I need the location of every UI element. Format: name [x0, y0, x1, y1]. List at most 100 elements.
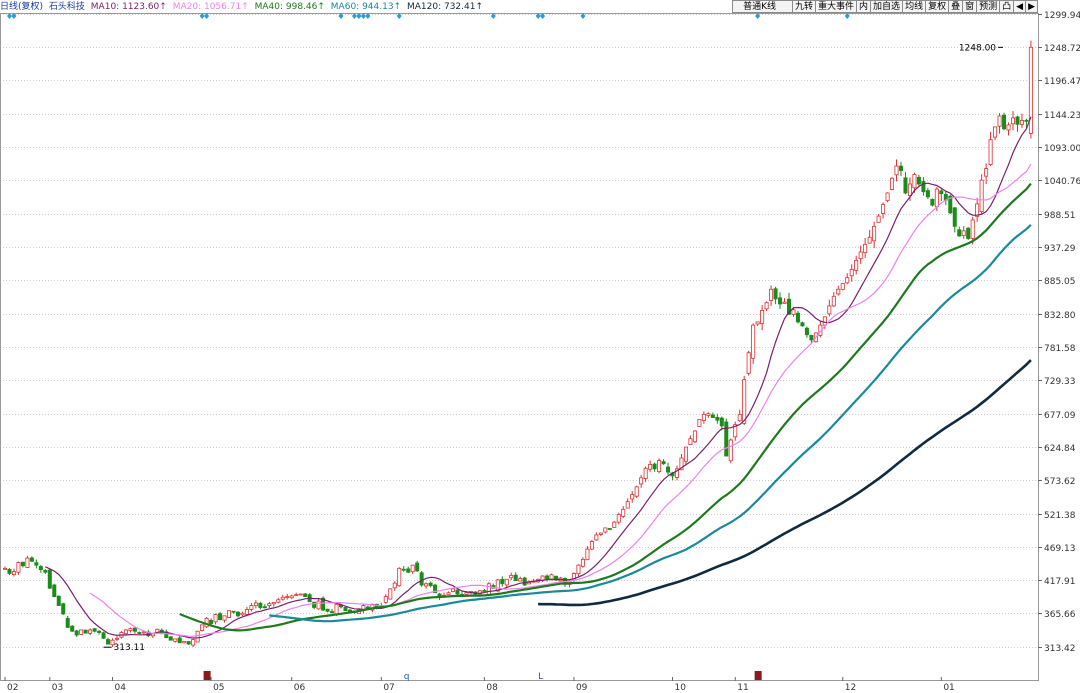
candle-body	[894, 165, 899, 176]
candle-body	[419, 572, 424, 586]
candle-body	[706, 413, 711, 416]
ma60-line	[269, 224, 1032, 623]
y-tick-label: 832.80	[1044, 311, 1076, 321]
shape-button[interactable]: 凸	[999, 0, 1015, 13]
candle-body	[916, 176, 921, 185]
candle-body	[648, 463, 653, 470]
y-tick-label: 313.42	[1044, 644, 1076, 654]
candle-body	[213, 614, 218, 623]
next-button[interactable]: ▶	[1025, 0, 1038, 13]
forecast-button[interactable]: 预测	[976, 0, 1001, 13]
candlestick-chart[interactable]: 1299.94 1248.72 1196.47 1144.23 1093.00 1040.…	[0, 0, 1080, 693]
kline-type-select[interactable]: 普通K线	[732, 0, 793, 13]
candle-body	[612, 521, 617, 528]
candle-body	[267, 603, 272, 606]
candle-body	[939, 190, 944, 195]
candle-body	[97, 630, 102, 633]
candle-body	[20, 561, 25, 567]
window-button[interactable]: 窗	[962, 0, 978, 13]
candle-body	[966, 227, 971, 239]
candle-body	[863, 243, 868, 254]
candle-body	[182, 641, 187, 644]
candle-body	[589, 540, 594, 550]
candle-body	[141, 631, 146, 634]
low-label: 313.11	[114, 643, 146, 653]
y-tick-label: 573.62	[1044, 477, 1076, 487]
candle-body	[688, 438, 693, 446]
candle-body	[137, 632, 142, 634]
candle-body	[760, 310, 765, 325]
candle-body	[173, 638, 178, 642]
candle-body	[912, 173, 917, 189]
candle-body	[424, 583, 429, 587]
candle-body	[639, 477, 644, 485]
candle-body	[666, 466, 671, 473]
candle-body	[993, 126, 998, 138]
candle-body	[1015, 116, 1020, 125]
candle-body	[630, 494, 635, 500]
candle-body	[16, 562, 21, 573]
candle-body	[795, 312, 800, 323]
ma60-indicator: MA60: 944.13↑	[330, 2, 402, 12]
candle-body	[168, 636, 173, 641]
candle-body	[881, 204, 886, 214]
candle-body	[899, 165, 904, 171]
x-tick-label: 01	[943, 683, 954, 693]
candle-body	[831, 295, 836, 307]
adjust-button[interactable]: 复权	[925, 0, 950, 13]
candle-body	[594, 534, 599, 541]
candle-body	[1011, 117, 1016, 125]
candle-body	[984, 168, 989, 177]
candle-body	[979, 179, 984, 212]
candle-body	[1006, 124, 1011, 131]
candle-body	[746, 352, 751, 374]
candle-body	[7, 568, 12, 574]
candle-body	[710, 414, 715, 418]
candle-body	[957, 229, 962, 237]
candle-body	[845, 277, 850, 284]
candle-body	[782, 301, 787, 304]
candle-body	[115, 637, 120, 640]
candle-body	[56, 595, 61, 606]
y-tick-label: 885.05	[1044, 277, 1076, 287]
candle-body	[500, 578, 505, 585]
candle-body	[200, 624, 205, 631]
ma-button[interactable]: 均线	[902, 0, 927, 13]
ma20-line	[89, 163, 1032, 637]
candle-body	[791, 309, 796, 315]
candle-body	[464, 592, 469, 595]
candle-body	[79, 629, 84, 635]
overlay-button[interactable]: 叠	[948, 0, 964, 13]
y-tick-label: 469.13	[1044, 544, 1076, 554]
candle-body	[280, 596, 285, 600]
candle-body	[545, 575, 550, 580]
chart-toolbar: 普通K线 九转 重大事件 内 加自选 均线 复权 叠 窗 预测 凸 ◀ ▶	[732, 0, 1038, 13]
add-watchlist-button[interactable]: 加自选	[870, 0, 904, 13]
inner-button[interactable]: 内	[856, 0, 872, 13]
y-tick-label: 988.51	[1044, 211, 1076, 221]
candle-body	[428, 582, 433, 587]
candle-body	[285, 596, 290, 598]
candle-body	[38, 566, 43, 571]
candle-body	[827, 305, 832, 315]
candle-body	[218, 613, 223, 621]
candle-body	[128, 628, 133, 632]
ma120-indicator: MA120: 732.41↑	[406, 2, 484, 12]
major-events-button[interactable]: 重大事件	[815, 0, 858, 13]
candle-body	[907, 183, 912, 197]
candle-body	[961, 230, 966, 237]
candle-body	[527, 582, 532, 585]
candle-body	[258, 602, 263, 608]
candle-body	[294, 594, 299, 597]
nine-turn-button[interactable]: 九转	[792, 0, 817, 13]
event-letter-marker: L	[538, 672, 543, 682]
candle-body	[876, 215, 881, 223]
candle-body	[769, 288, 774, 301]
candle-body	[1002, 114, 1007, 130]
candle-body	[697, 419, 702, 427]
candle-body	[607, 528, 612, 530]
candle-body	[952, 207, 957, 227]
candle-body	[226, 610, 231, 618]
candle-body	[3, 567, 8, 570]
candle-body	[603, 527, 608, 533]
